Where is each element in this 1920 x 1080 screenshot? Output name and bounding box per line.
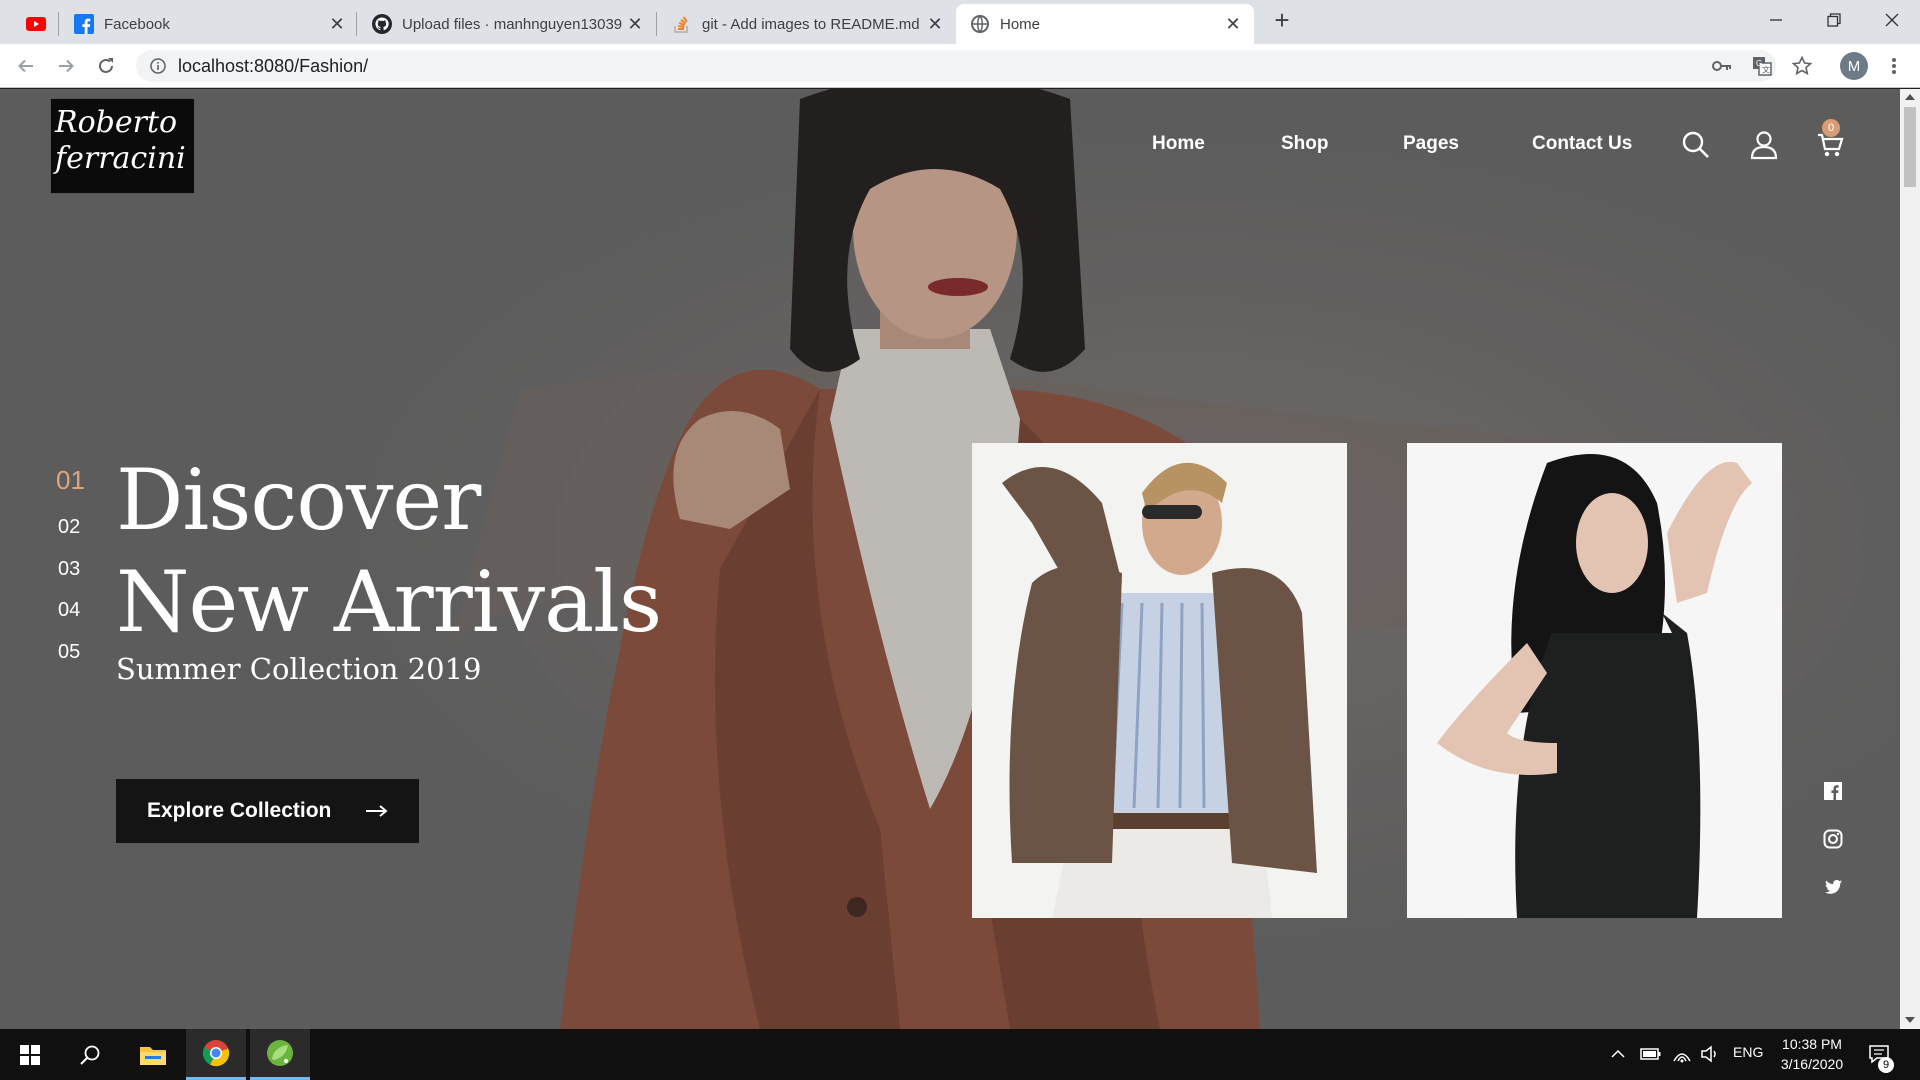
tray-chevron-up-icon[interactable] xyxy=(1610,1047,1626,1061)
facebook-icon[interactable] xyxy=(1822,780,1844,802)
page-scrollbar[interactable] xyxy=(1900,89,1920,1029)
globe-icon xyxy=(970,14,990,34)
product-image-women-dress[interactable] xyxy=(1407,443,1782,918)
language-indicator[interactable]: ENG xyxy=(1733,1044,1763,1060)
tab-home[interactable]: Home ✕ xyxy=(956,4,1254,44)
twitter-icon[interactable] xyxy=(1822,876,1844,898)
close-tab-icon[interactable]: ✕ xyxy=(1222,13,1244,35)
taskbar-search-button[interactable] xyxy=(60,1029,120,1080)
facebook-icon xyxy=(74,14,94,34)
reload-button[interactable] xyxy=(92,52,120,80)
key-icon[interactable] xyxy=(1708,52,1736,80)
wifi-icon[interactable] xyxy=(1672,1045,1692,1063)
slide-number-4[interactable]: 04 xyxy=(58,599,80,622)
tab-title: Facebook xyxy=(104,15,170,33)
page-viewport: Roberto ferracini Home Shop Pages Contac… xyxy=(0,89,1900,1029)
translate-icon[interactable]: G文 xyxy=(1748,52,1776,80)
hero-subtitle: Summer Collection 2019 xyxy=(116,652,482,686)
scrollbar-thumb[interactable] xyxy=(1904,107,1916,187)
info-icon[interactable] xyxy=(148,56,168,76)
browser-toolbar: localhost:8080/Fashion/ G文 xyxy=(0,44,1920,88)
windows-icon xyxy=(20,1044,40,1065)
clock-time: 10:38 PM xyxy=(1782,1036,1842,1052)
spring-icon xyxy=(267,1040,293,1066)
tab-github-upload[interactable]: Upload files · manhnguyen13039 ✕ xyxy=(358,4,656,44)
start-button[interactable] xyxy=(0,1029,60,1080)
clock-date: 3/16/2020 xyxy=(1780,1056,1844,1072)
back-button[interactable] xyxy=(12,52,40,80)
youtube-icon xyxy=(26,14,46,34)
close-window-button[interactable] xyxy=(1864,0,1920,40)
spring-tool-taskbar-button[interactable] xyxy=(250,1029,310,1080)
slide-number-1[interactable]: 01 xyxy=(56,465,85,496)
explore-collection-label: Explore Collection xyxy=(147,799,332,822)
product-image-men-jacket[interactable] xyxy=(972,443,1347,918)
hero-headline: Discover New Arrivals xyxy=(116,449,662,653)
profile-avatar[interactable]: M xyxy=(1840,52,1868,80)
svg-text:文: 文 xyxy=(1762,65,1770,75)
arrow-right-icon xyxy=(366,805,388,817)
user-icon[interactable] xyxy=(1748,129,1780,161)
nav-contact-us[interactable]: Contact Us xyxy=(1532,133,1632,155)
browser-tab-strip: Facebook ✕ Upload files · manhnguyen1303… xyxy=(0,0,1920,44)
bookmark-star-icon[interactable] xyxy=(1788,52,1816,80)
site-logo[interactable]: Roberto ferracini xyxy=(50,98,195,194)
scroll-down-icon[interactable] xyxy=(1905,1017,1915,1023)
close-tab-icon[interactable]: ✕ xyxy=(326,13,348,35)
volume-icon[interactable] xyxy=(1700,1045,1720,1063)
slide-number-2[interactable]: 02 xyxy=(58,516,80,539)
nav-home[interactable]: Home xyxy=(1152,133,1205,155)
tab-title: Upload files · manhnguyen13039 xyxy=(402,15,623,33)
logo-line-1: Roberto xyxy=(55,105,178,140)
system-clock[interactable]: 10:38 PM 3/16/2020 xyxy=(1772,1034,1852,1074)
nav-pages[interactable]: Pages xyxy=(1403,133,1459,155)
explore-collection-button[interactable]: Explore Collection xyxy=(116,779,419,843)
notification-count-badge: 9 xyxy=(1878,1057,1894,1073)
file-explorer-button[interactable] xyxy=(123,1029,183,1080)
browser-menu-icon[interactable] xyxy=(1880,52,1908,80)
instagram-icon[interactable] xyxy=(1822,828,1844,850)
close-tab-icon[interactable]: ✕ xyxy=(624,13,646,35)
slide-number-3[interactable]: 03 xyxy=(58,558,80,581)
battery-icon[interactable] xyxy=(1640,1047,1662,1061)
github-icon xyxy=(372,14,392,34)
cart-count-badge: 0 xyxy=(1822,119,1840,137)
tab-facebook[interactable]: Facebook ✕ xyxy=(60,4,358,44)
chrome-icon xyxy=(202,1040,230,1067)
chrome-taskbar-button[interactable] xyxy=(186,1029,246,1080)
minimize-button[interactable] xyxy=(1748,0,1804,40)
folder-icon xyxy=(140,1046,166,1065)
nav-shop[interactable]: Shop xyxy=(1281,133,1329,155)
restore-button[interactable] xyxy=(1806,0,1862,40)
tab-stackoverflow[interactable]: git - Add images to README.md ✕ xyxy=(658,4,956,44)
forward-button[interactable] xyxy=(52,52,80,80)
windows-taskbar: ENG 10:38 PM 3/16/2020 9 xyxy=(0,1029,1920,1080)
headline-line-2: New Arrivals xyxy=(116,553,662,651)
slide-number-5[interactable]: 05 xyxy=(58,641,80,664)
search-icon xyxy=(80,1045,100,1065)
stackoverflow-icon xyxy=(672,14,692,34)
new-tab-button[interactable]: + xyxy=(1268,5,1296,35)
headline-line-1: Discover xyxy=(116,451,481,549)
url-text: localhost:8080/Fashion/ xyxy=(178,55,369,76)
search-icon[interactable] xyxy=(1680,129,1712,161)
close-tab-icon[interactable]: ✕ xyxy=(924,13,946,35)
tab-title: Home xyxy=(1000,15,1041,33)
scroll-up-icon[interactable] xyxy=(1905,94,1915,100)
tab-youtube[interactable] xyxy=(12,4,60,44)
address-bar[interactable]: localhost:8080/Fashion/ xyxy=(136,50,1776,82)
logo-line-2: ferracini xyxy=(55,141,186,176)
tab-title: git - Add images to README.md xyxy=(702,15,920,33)
